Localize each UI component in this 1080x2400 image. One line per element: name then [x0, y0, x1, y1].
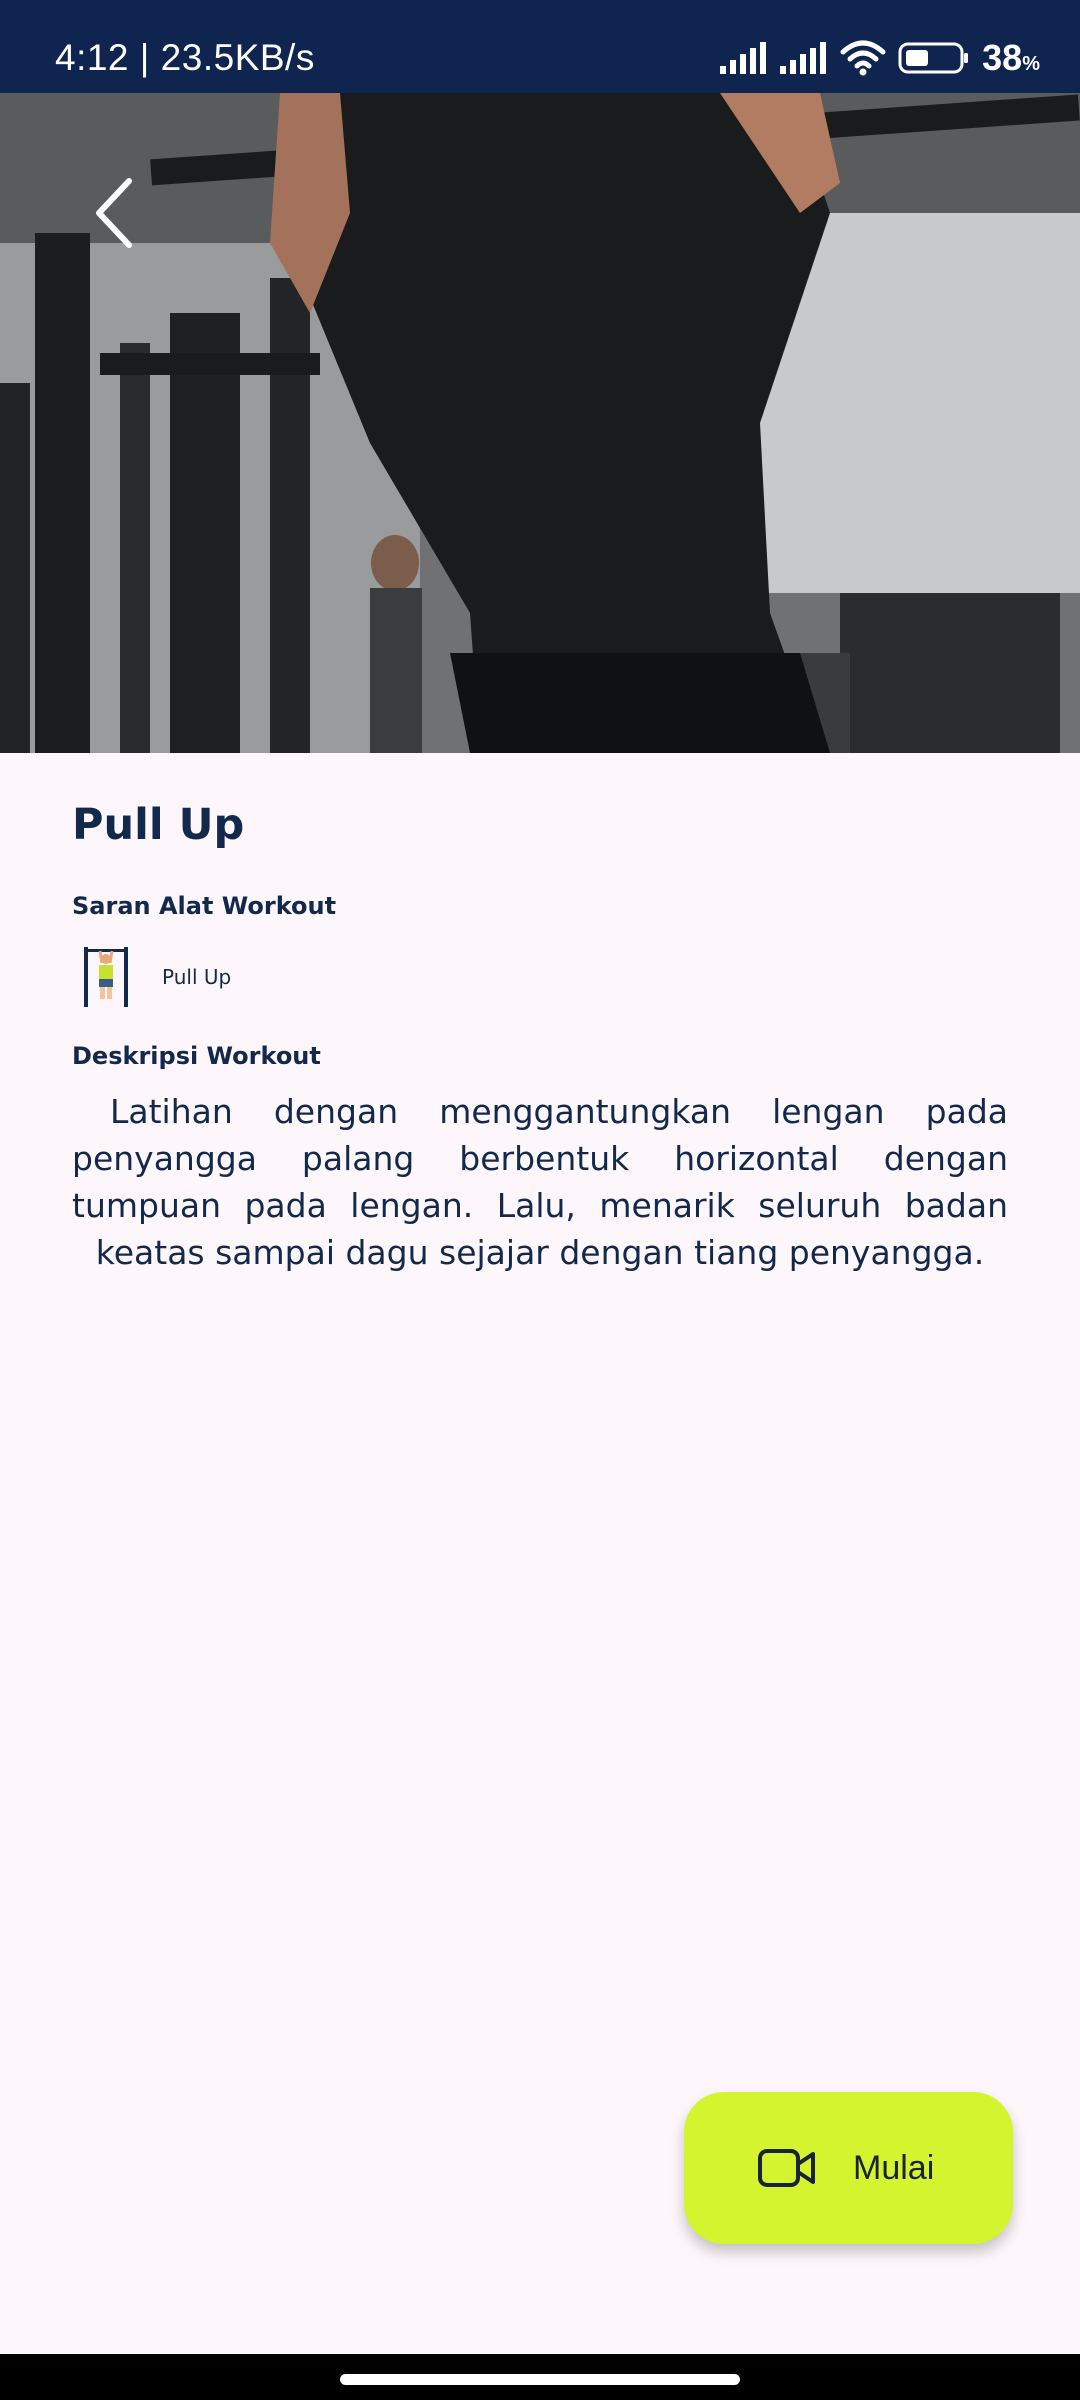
battery-percentage: 38% — [982, 37, 1040, 79]
status-time-speed: 4:12 | 23.5KB/s — [55, 37, 315, 78]
home-indicator[interactable] — [340, 2374, 740, 2385]
back-chevron-icon[interactable] — [85, 173, 145, 253]
description-heading: Deskripsi Workout — [72, 1042, 321, 1070]
pull-up-bar-icon — [84, 947, 128, 1007]
signal-icon — [780, 42, 827, 74]
video-camera-icon — [758, 2149, 815, 2187]
equipment-item: Pull Up — [72, 942, 1008, 1012]
workout-title: Pull Up — [72, 800, 245, 850]
hero-image — [0, 93, 1080, 753]
signal-icon — [720, 42, 767, 74]
battery-icon — [898, 42, 969, 74]
battery-value: 38 — [982, 37, 1023, 78]
start-button-label: Mulai — [853, 2148, 935, 2187]
equipment-label: Pull Up — [162, 965, 232, 989]
battery-unit: % — [1022, 53, 1040, 75]
status-bar: 4:12 | 23.5KB/s 38% — [0, 0, 1080, 93]
workout-detail: Pull Up Saran Alat Workout Pull Up Deskr… — [72, 800, 1008, 1276]
equipment-heading: Saran Alat Workout — [72, 892, 337, 920]
start-button[interactable]: Mulai — [684, 2092, 1013, 2244]
wifi-icon — [840, 40, 886, 76]
workout-description: Latihan dengan menggantungkan lengan pad… — [72, 1092, 1008, 1272]
gym-photo — [0, 93, 1080, 753]
status-icons: 38% — [708, 37, 1040, 79]
